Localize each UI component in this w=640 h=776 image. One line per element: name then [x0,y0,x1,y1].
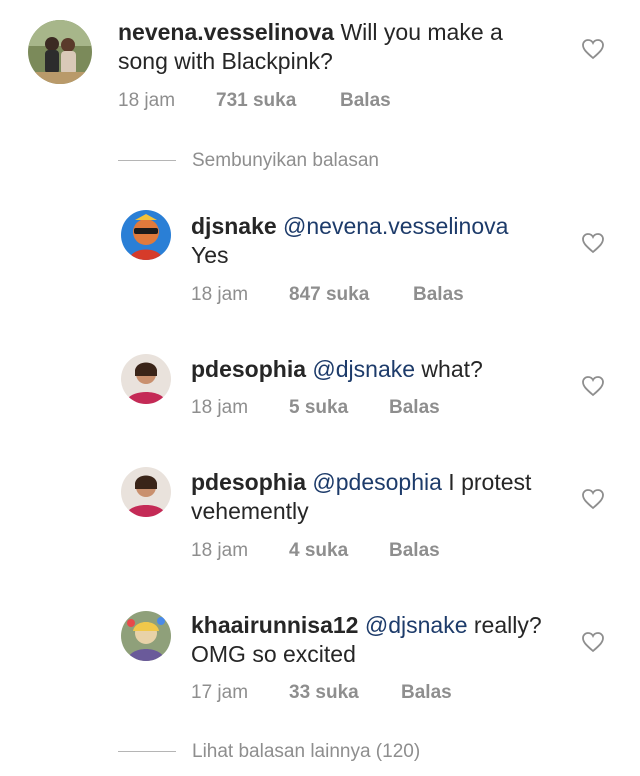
user-photo-icon [121,354,171,404]
avatar[interactable] [28,20,92,84]
comment-username[interactable]: pdesophia [191,356,306,382]
comment-likes[interactable]: 33 suka [289,681,401,705]
view-more-replies-label: Lihat balasan lainnya (120) [192,741,421,762]
comment-text: nevena.vesselinova Will you make a song … [118,18,538,76]
comment-mention[interactable]: @djsnake [365,612,468,638]
comment-mention[interactable]: @djsnake [312,356,415,382]
heart-icon[interactable] [581,488,605,510]
comment-body: what? [415,356,483,382]
comment-text: pdesophia @djsnake what? [191,355,571,384]
comment-likes[interactable]: 5 suka [289,396,389,420]
reply-button[interactable]: Balas [389,396,440,420]
comment-time: 18 jam [191,397,249,418]
heart-icon[interactable] [581,38,605,60]
comment-mention[interactable]: @pdesophia [312,469,442,495]
reply-button[interactable]: Balas [389,539,440,563]
comment-body: Yes [191,242,229,268]
comment-time: 17 jam [191,682,249,703]
divider-line [118,751,176,753]
view-more-replies-toggle[interactable]: Lihat balasan lainnya (120) [118,741,420,763]
comment-meta: 18 jam 847 suka Balas [191,283,464,307]
comment-username[interactable]: nevena.vesselinova [118,19,334,45]
comment-meta: 17 jam 33 suka Balas [191,681,452,705]
comment-text: pdesophia @pdesophia I protest vehementl… [191,468,566,526]
heart-icon[interactable] [581,631,605,653]
avatar[interactable] [121,210,171,260]
user-photo-icon [121,467,171,517]
comment-likes[interactable]: 847 suka [289,283,413,307]
comment-text: djsnake @nevena.vesselinova Yes [191,212,571,270]
comment-text: khaairunnisa12 @djsnake really? OMG so e… [191,611,566,669]
reply-button[interactable]: Balas [340,89,391,113]
comment-likes[interactable]: 4 suka [289,539,389,563]
comment-meta: 18 jam 4 suka Balas [191,539,440,563]
avatar[interactable] [121,467,171,517]
reply-button[interactable]: Balas [413,283,464,307]
comment-mention[interactable]: @nevena.vesselinova [283,213,508,239]
comment-username[interactable]: khaairunnisa12 [191,612,358,638]
comment-time: 18 jam [191,540,249,561]
comment-meta: 18 jam 731 suka Balas [118,89,391,113]
comment-username[interactable]: djsnake [191,213,277,239]
hide-replies-label: Sembunyikan balasan [192,150,379,171]
avatar[interactable] [121,354,171,404]
avatar[interactable] [121,611,171,661]
reply-button[interactable]: Balas [401,681,452,705]
comment-username[interactable]: pdesophia [191,469,306,495]
heart-icon[interactable] [581,232,605,254]
user-photo-icon [121,210,171,260]
divider-line [118,160,176,162]
comment-meta: 18 jam 5 suka Balas [191,396,440,420]
comment-time: 18 jam [118,90,176,111]
user-photo-icon [28,20,92,84]
comment-likes[interactable]: 731 suka [216,89,340,113]
hide-replies-toggle[interactable]: Sembunyikan balasan [118,150,379,172]
user-photo-icon [121,611,171,661]
heart-icon[interactable] [581,375,605,397]
comment-time: 18 jam [191,284,249,305]
